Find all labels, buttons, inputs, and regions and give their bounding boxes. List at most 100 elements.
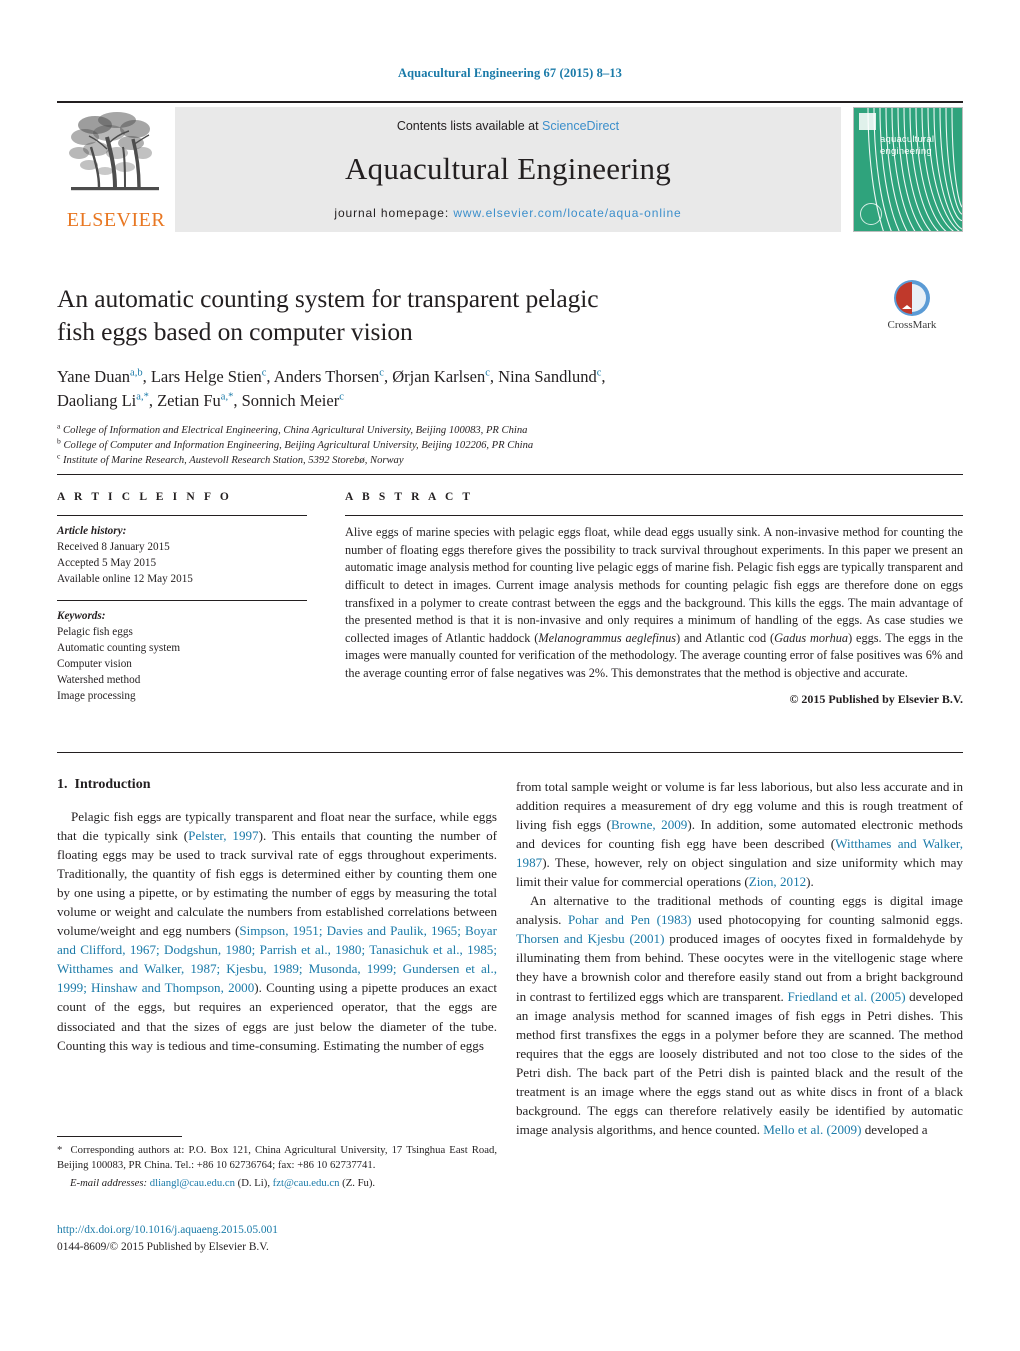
article-title: An automatic counting system for transpa…	[57, 282, 837, 348]
footnote-block: * Corresponding authors at: P.O. Box 121…	[57, 1136, 497, 1192]
author-item: Sonnich Meierc	[242, 391, 344, 410]
divider-above-abstract	[57, 474, 963, 475]
author-list: Yane Duana,b, Lars Helge Stienc, Anders …	[57, 365, 837, 412]
intro-right2-text-e: developed a	[861, 1121, 928, 1137]
keyword-item: Automatic counting system	[57, 641, 181, 654]
divider-below-abstract	[57, 752, 963, 753]
affiliation-mark: c	[57, 451, 61, 461]
author-sep: ,	[601, 367, 606, 387]
citation-link[interactable]: Thorsen and Kjesbu (2001)	[516, 931, 664, 946]
author-item: Zetian Fua,*	[157, 391, 233, 410]
affiliation-item: b College of Computer and Information En…	[57, 437, 837, 453]
author-name: Ørjan Karlsen	[392, 367, 486, 387]
keyword-item: Watershed method	[57, 674, 141, 686]
cover-seal-icon	[860, 203, 882, 225]
author-name: Nina Sandlund	[498, 367, 597, 387]
author-sep: ,	[142, 367, 151, 387]
cover-journal-name: aquacultural engineering	[880, 134, 934, 158]
abstract-section: A B S T R A C T Alive eggs of marine spe…	[345, 491, 963, 707]
corresponding-author-note: * Corresponding authors at: P.O. Box 121…	[57, 1143, 497, 1173]
article-info-heading: A R T I C L E I N F O	[57, 491, 232, 503]
journal-homepage-line: journal homepage: www.elsevier.com/locat…	[175, 206, 841, 220]
contents-list-line: Contents lists available at ScienceDirec…	[175, 119, 841, 133]
intro-right2-text-d: developed an image analysis method for s…	[516, 988, 963, 1137]
sciencedirect-link[interactable]: ScienceDirect	[542, 119, 619, 133]
elsevier-wordmark: ELSEVIER	[66, 209, 166, 231]
running-head: Aquacultural Engineering 67 (2015) 8–13	[397, 66, 623, 80]
intro-paragraph-right-2: An alternative to the traditional method…	[516, 891, 963, 1139]
intro-paragraph-left: Pelagic fish eggs are typically transpar…	[57, 807, 497, 1055]
author-item: Anders Thorsenc	[274, 367, 384, 386]
author-item: Nina Sandlundc	[498, 367, 601, 386]
author-name: Yane Duan	[57, 367, 131, 387]
email-owner-1: (D. Li),	[237, 1177, 270, 1190]
crossmark-icon	[893, 279, 931, 317]
author-name: Daoliang Li	[57, 390, 137, 410]
keyword-item: Pelagic fish eggs	[57, 625, 133, 638]
author-affil-marks: a,*	[220, 391, 234, 403]
journal-masthead: ELSEVIER Contents lists available at Sci…	[57, 101, 963, 232]
abstract-part-2: ) and Atlantic cod (	[676, 630, 775, 645]
email-note: E-mail addresses: dliangl@cau.edu.cn (D.…	[57, 1176, 497, 1191]
author-name: Anders Thorsen	[273, 367, 380, 387]
section-heading-introduction: 1. Introduction	[57, 777, 497, 793]
keyword-item: Image processing	[57, 690, 136, 703]
affiliation-item: a College of Information and Electrical …	[57, 421, 837, 438]
doi-link[interactable]: http://dx.doi.org/10.1016/j.aquaeng.2015…	[57, 1222, 497, 1239]
journal-article-page: Aquacultural Engineering 67 (2015) 8–13	[0, 0, 1020, 1351]
abstract-rule	[345, 515, 963, 516]
abstract-part-1: Alive eggs of marine species with pelagi…	[345, 525, 963, 645]
author-affil-marks: a,*	[136, 391, 149, 403]
author-item: Ørjan Karlsenc	[392, 367, 490, 386]
keywords-block: Keywords: Pelagic fish eggs Automatic co…	[57, 608, 307, 705]
abstract-species-2: Gadus morhua	[774, 630, 849, 645]
elsevier-logo: ELSEVIER	[57, 107, 175, 232]
citation-link[interactable]: Zion, 2012	[749, 874, 806, 889]
intro-right2-text-b: used photocopying for counting salmonid …	[691, 912, 963, 928]
email-owner-2: (Z. Fu).	[342, 1177, 376, 1190]
keyword-item: Computer vision	[57, 657, 132, 670]
citation-link[interactable]: Mello et al. (2009)	[763, 1122, 861, 1137]
author-sep: ,	[383, 367, 393, 387]
email-link-1[interactable]: dliangl@cau.edu.cn	[150, 1177, 235, 1189]
affiliation-mark: a	[57, 421, 61, 431]
author-item: Daoliang Lia,*	[57, 391, 149, 410]
citation-link[interactable]: Pohar and Pen (1983)	[568, 912, 692, 927]
masthead-center: Contents lists available at ScienceDirec…	[175, 107, 841, 232]
author-affil-marks: a,b	[130, 367, 143, 379]
section-title-text: Introduction	[74, 777, 151, 792]
title-block: An automatic counting system for transpa…	[57, 282, 837, 468]
contents-prefix: Contents lists available at	[396, 119, 543, 133]
crossmark-badge-group[interactable]: CrossMark	[862, 279, 962, 331]
homepage-url[interactable]: www.elsevier.com/locate/aqua-online	[453, 206, 681, 220]
abstract-copyright: © 2015 Published by Elsevier B.V.	[789, 691, 963, 706]
article-history-item: Accepted 5 May 2015	[57, 557, 157, 570]
cover-line-1: aquacultural	[880, 134, 935, 145]
section-number: 1.	[57, 777, 68, 792]
affiliation-text: Institute of Marine Research, Austevoll …	[63, 455, 404, 467]
intro-left-text-b: ). This entails that counting the number…	[57, 828, 497, 939]
author-sep: ,	[233, 390, 242, 410]
citation-link[interactable]: Friedland et al. (2005)	[787, 989, 905, 1004]
article-title-line-1: An automatic counting system for transpa…	[57, 284, 599, 313]
article-history-block: Article history: Received 8 January 2015…	[57, 523, 307, 588]
article-info-section: A R T I C L E I N F O Article history: R…	[57, 491, 307, 704]
article-title-line-2: fish eggs based on computer vision	[57, 317, 413, 347]
article-history-label: Article history:	[57, 525, 127, 537]
author-sep: ,	[489, 367, 499, 387]
intro-right-text-d: ).	[806, 874, 814, 890]
keywords-label: Keywords:	[57, 609, 106, 622]
doi-block: http://dx.doi.org/10.1016/j.aquaeng.2015…	[57, 1222, 497, 1255]
email-link-2[interactable]: fzt@cau.edu.cn	[273, 1177, 340, 1189]
affiliation-item: c Institute of Marine Research, Austevol…	[57, 451, 837, 468]
citation-link[interactable]: Pelster, 1997	[188, 828, 258, 843]
keywords-rule	[57, 599, 307, 601]
journal-title: Aquacultural Engineering	[345, 151, 671, 186]
author-sep: ,	[266, 367, 274, 387]
citation-link[interactable]: Browne, 2009	[611, 817, 687, 832]
cover-line-2: engineering	[880, 145, 932, 157]
article-info-rule	[57, 515, 307, 516]
corresponding-author-text: Corresponding authors at: P.O. Box 121, …	[57, 1144, 498, 1172]
author-name: Zetian Fu	[157, 390, 221, 410]
author-item: Lars Helge Stienc	[151, 367, 267, 386]
